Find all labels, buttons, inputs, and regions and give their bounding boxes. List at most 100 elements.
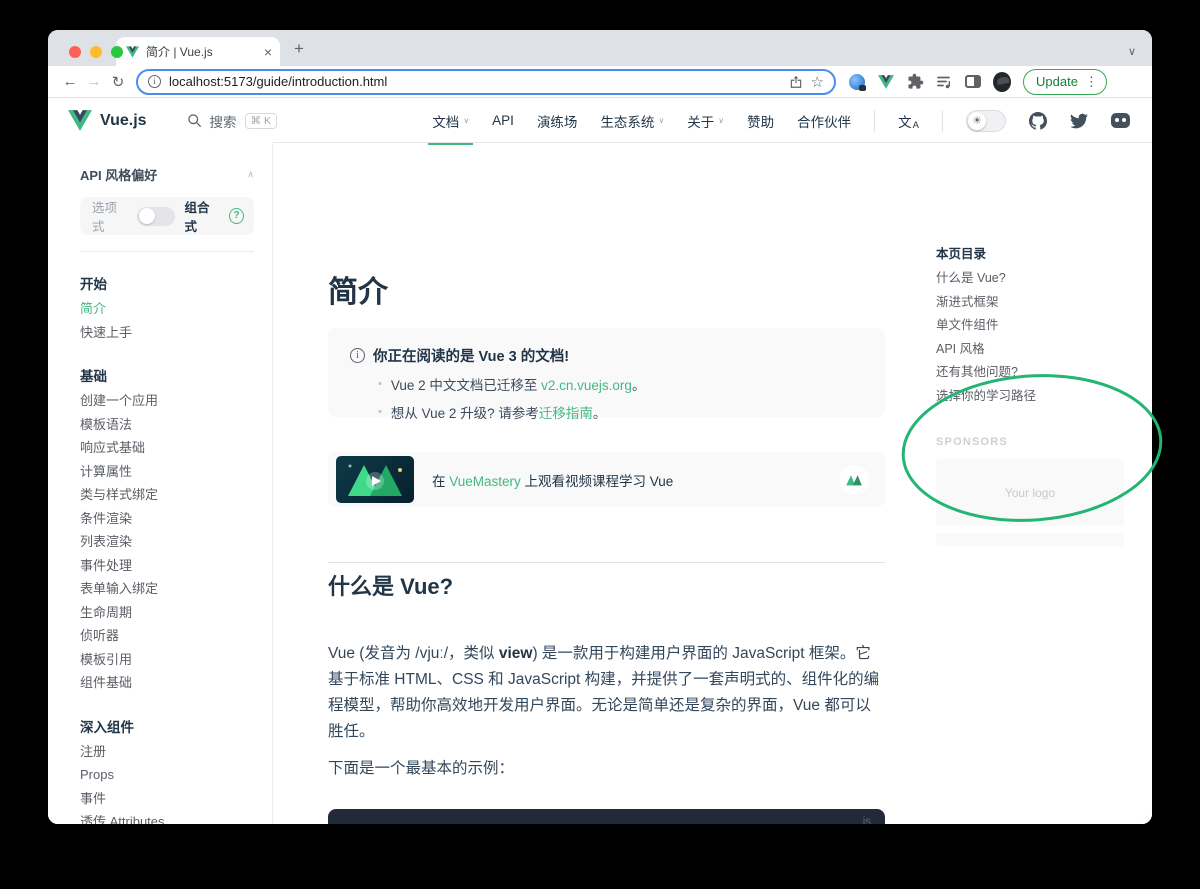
- tab-search-chevron-icon[interactable]: ∨: [1128, 45, 1136, 66]
- vpn-extension-icon[interactable]: [848, 73, 866, 91]
- browser-tab[interactable]: 简介 | Vue.js ×: [116, 37, 280, 66]
- back-button[interactable]: ←: [58, 73, 82, 90]
- search-button[interactable]: 搜索 ⌘ K: [187, 111, 277, 131]
- new-tab-button[interactable]: +: [294, 39, 304, 66]
- sponsor-placeholder[interactable]: Your logo: [936, 459, 1124, 526]
- share-icon[interactable]: [789, 75, 803, 89]
- vuemastery-link[interactable]: VueMastery: [449, 474, 521, 489]
- twitter-icon[interactable]: [1070, 112, 1088, 130]
- page-outline: 本页目录 什么是 Vue? 渐进式框架 单文件组件 API 风格 还有其他问题?…: [936, 143, 1148, 824]
- sun-icon: ☀: [972, 114, 982, 127]
- chrome-update-button[interactable]: Update ⋮: [1023, 69, 1107, 95]
- playlist-extension-icon[interactable]: [935, 73, 953, 91]
- nav-link-playground[interactable]: 演练场: [537, 111, 578, 131]
- migration-guide-link[interactable]: 迁移指南: [539, 406, 593, 421]
- theme-toggle[interactable]: ☀: [966, 110, 1006, 132]
- sidebar-item[interactable]: 计算属性: [80, 460, 254, 484]
- reload-button[interactable]: ↻: [106, 73, 130, 91]
- info-box-title: 你正在阅读的是 Vue 3 的文档!: [373, 345, 569, 366]
- github-icon[interactable]: [1029, 112, 1047, 130]
- search-label: 搜索: [210, 111, 237, 131]
- maximize-window-button[interactable]: [111, 46, 123, 58]
- navbar-links: 文档∨ API 演练场 生态系统∨ 关于∨ 赞助 合作伙伴 文A ☀: [432, 110, 1130, 132]
- minimize-window-button[interactable]: [90, 46, 102, 58]
- tab-strip: 简介 | Vue.js × + ∨: [48, 30, 1152, 66]
- sidebar-group-components: 深入组件 注册 Props 事件 透传 Attributes 插槽: [80, 716, 254, 825]
- url-text[interactable]: localhost:5173/guide/introduction.html: [169, 74, 781, 89]
- sidebar-item[interactable]: 生命周期: [80, 601, 254, 625]
- sidebar-item[interactable]: 注册: [80, 740, 254, 764]
- sidebar-item[interactable]: 事件: [80, 787, 254, 811]
- collapse-chevron-icon[interactable]: ∧: [247, 169, 254, 180]
- sidebar-item[interactable]: 表单输入绑定: [80, 577, 254, 601]
- nav-link-sponsor[interactable]: 赞助: [747, 111, 774, 131]
- sidebar-item[interactable]: 侦听器: [80, 624, 254, 648]
- url-bar[interactable]: i localhost:5173/guide/introduction.html…: [136, 69, 836, 95]
- site-info-icon[interactable]: i: [148, 75, 161, 88]
- toc-item[interactable]: API 风格: [936, 338, 1148, 362]
- browser-menu-dots-icon[interactable]: ⋮: [1085, 74, 1098, 90]
- tab-title: 简介 | Vue.js: [146, 43, 257, 60]
- chevron-down-icon: ∨: [718, 116, 724, 125]
- sidebar-item[interactable]: 类与样式绑定: [80, 483, 254, 507]
- toc-item[interactable]: 选择你的学习路径: [936, 385, 1148, 409]
- doc-content: 简介 i 你正在阅读的是 Vue 3 的文档! • Vue 2 中文文档已迁移至…: [328, 143, 885, 824]
- sidebar-item[interactable]: 模板引用: [80, 648, 254, 672]
- sidebar-item[interactable]: 条件渲染: [80, 507, 254, 531]
- nav-link-partners[interactable]: 合作伙伴: [797, 111, 851, 131]
- sidebar-item-quick-start[interactable]: 快速上手: [80, 321, 254, 345]
- code-block[interactable]: js import { createApp } from 'vue' creat…: [328, 809, 885, 824]
- nav-link-about[interactable]: 关于∨: [687, 111, 724, 131]
- sponsor-placeholder-text: Your logo: [1005, 486, 1055, 500]
- info-bullet-vue2: • Vue 2 中文文档已迁移至 v2.cn.vuejs.org。: [378, 374, 861, 394]
- api-style-help-icon[interactable]: ?: [229, 208, 244, 224]
- vue3-info-box: i 你正在阅读的是 Vue 3 的文档! • Vue 2 中文文档已迁移至 v2…: [328, 328, 885, 417]
- vue-logo[interactable]: Vue.js: [68, 110, 147, 131]
- bookmark-star-icon[interactable]: ☆: [811, 73, 824, 91]
- sidebar-item[interactable]: 响应式基础: [80, 436, 254, 460]
- sidebar-item[interactable]: 事件处理: [80, 554, 254, 578]
- vue-logo-icon: [68, 110, 92, 131]
- api-preference-header[interactable]: API 风格偏好 ∧: [80, 165, 254, 184]
- nav-link-ecosystem[interactable]: 生态系统∨: [600, 111, 664, 131]
- profile-avatar[interactable]: [993, 73, 1011, 91]
- side-panel-icon[interactable]: [964, 73, 982, 91]
- site-navbar: Vue.js 搜索 ⌘ K 文档∨ API 演练场 生态系统∨: [48, 98, 1152, 143]
- sidebar-item[interactable]: 组件基础: [80, 671, 254, 695]
- vue2-docs-link[interactable]: v2.cn.vuejs.org: [541, 378, 632, 393]
- sidebar-item-introduction[interactable]: 简介: [80, 297, 254, 321]
- options-api-label[interactable]: 选项式: [92, 197, 127, 235]
- api-style-toggle[interactable]: [137, 207, 175, 226]
- chevron-down-icon: ∨: [463, 116, 469, 125]
- sidebar-item[interactable]: Props: [80, 763, 254, 787]
- update-label: Update: [1036, 74, 1078, 89]
- toc-item[interactable]: 还有其他问题?: [936, 361, 1148, 385]
- example-lead-in: 下面是一个最基本的示例：: [328, 745, 885, 781]
- translate-icon[interactable]: 文A: [898, 111, 919, 131]
- close-window-button[interactable]: [69, 46, 81, 58]
- intro-paragraph: Vue (发音为 /vjuː/，类似 view) 是一款用于构建用户界面的 Ja…: [328, 641, 885, 745]
- vuemastery-video-thumbnail[interactable]: [336, 456, 414, 503]
- sidebar-item[interactable]: 模板语法: [80, 413, 254, 437]
- vuemastery-banner[interactable]: 在 VueMastery 上观看视频课程学习 Vue: [328, 452, 885, 507]
- tab-close-icon[interactable]: ×: [264, 45, 272, 59]
- chevron-down-icon: ∨: [658, 116, 664, 125]
- info-bullet-migration: • 想从 Vue 2 升级? 请参考迁移指南。: [378, 402, 861, 422]
- browser-window: 简介 | Vue.js × + ∨ ← → ↻ i localhost:5173…: [48, 30, 1152, 824]
- sidebar-item[interactable]: 创建一个应用: [80, 389, 254, 413]
- toc-item[interactable]: 单文件组件: [936, 314, 1148, 338]
- extensions-puzzle-icon[interactable]: [906, 73, 924, 91]
- api-style-switcher: 选项式 组合式 ?: [80, 197, 254, 235]
- vue-docs-page: Vue.js 搜索 ⌘ K 文档∨ API 演练场 生态系统∨: [48, 98, 1152, 824]
- composition-api-label[interactable]: 组合式: [185, 197, 220, 235]
- code-line: import { createApp } from 'vue': [352, 823, 885, 824]
- vue-devtools-extension-icon[interactable]: [877, 73, 895, 91]
- nav-link-api[interactable]: API: [492, 113, 514, 128]
- toc-item[interactable]: 渐进式框架: [936, 291, 1148, 315]
- sidebar-group-essentials: 基础 创建一个应用 模板语法 响应式基础 计算属性 类与样式绑定 条件渲染 列表…: [80, 365, 254, 695]
- nav-link-docs[interactable]: 文档∨: [432, 111, 469, 131]
- toc-item[interactable]: 什么是 Vue?: [936, 267, 1148, 291]
- sidebar-item[interactable]: 列表渲染: [80, 530, 254, 554]
- sidebar-item[interactable]: 透传 Attributes: [80, 810, 254, 824]
- discord-icon[interactable]: [1111, 113, 1130, 128]
